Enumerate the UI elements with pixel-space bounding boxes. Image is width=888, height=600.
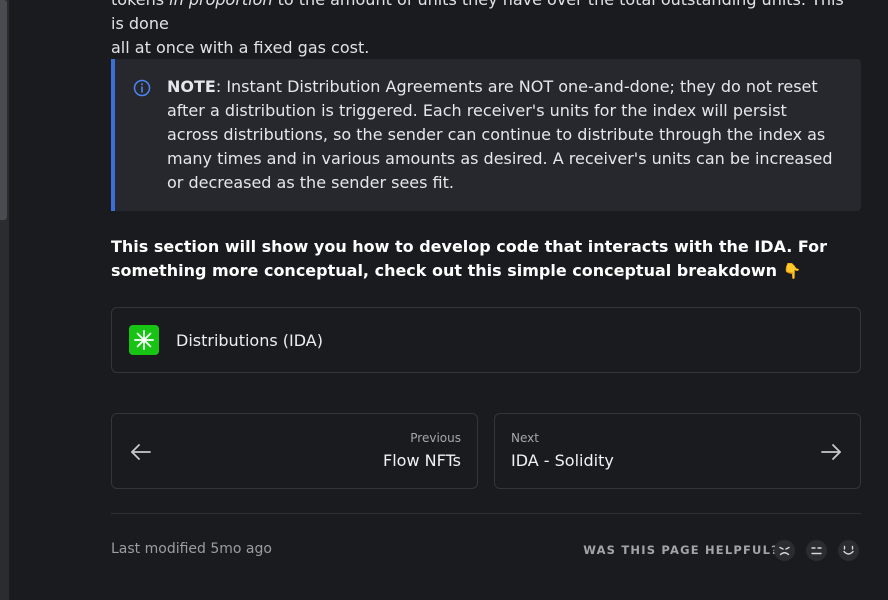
distributions-ida-link-card[interactable]: Distributions (IDA) [111,307,861,373]
happy-face-icon [843,545,854,555]
happy-face-button[interactable] [838,540,859,561]
previous-title: Flow NFTs [383,451,461,470]
helpful-prompt: WAS THIS PAGE HELPFUL? [583,543,779,557]
sad-face-icon [779,546,790,556]
info-icon [133,79,151,97]
sparkle-icon [129,325,159,355]
next-label: Next [511,431,539,445]
sad-face-button[interactable] [774,540,795,561]
intro-emphasis: in proportion [169,0,272,9]
note-text: : Instant Distribution Agreements are NO… [167,77,833,192]
intro-paragraph: tokens in proportion to the amount of un… [111,0,861,60]
scrollbar[interactable] [0,0,9,600]
arrow-right-icon [821,444,841,460]
next-title: IDA - Solidity [511,451,614,470]
pointing-down-icon: 👇 [782,262,802,280]
intro-text-start: tokens [111,0,169,9]
neutral-face-icon [811,547,822,555]
next-page-link[interactable]: Next IDA - Solidity [494,413,861,489]
arrow-left-icon [131,444,151,460]
previous-page-link[interactable]: Previous Flow NFTs [111,413,478,489]
scrollbar-thumb[interactable] [0,0,7,220]
last-modified: Last modified 5mo ago [111,541,272,557]
footer-divider [111,513,861,514]
note-callout: NOTE: Instant Distribution Agreements ar… [111,59,861,211]
previous-label: Previous [410,431,461,445]
neutral-face-button[interactable] [806,540,827,561]
card-label: Distributions (IDA) [176,330,323,350]
section-lead: This section will show you how to develo… [111,235,861,283]
intro-text-line2: all at once with a fixed gas cost. [111,38,370,57]
note-label: NOTE [167,77,216,96]
lead-text: This section will show you how to develo… [111,237,828,280]
